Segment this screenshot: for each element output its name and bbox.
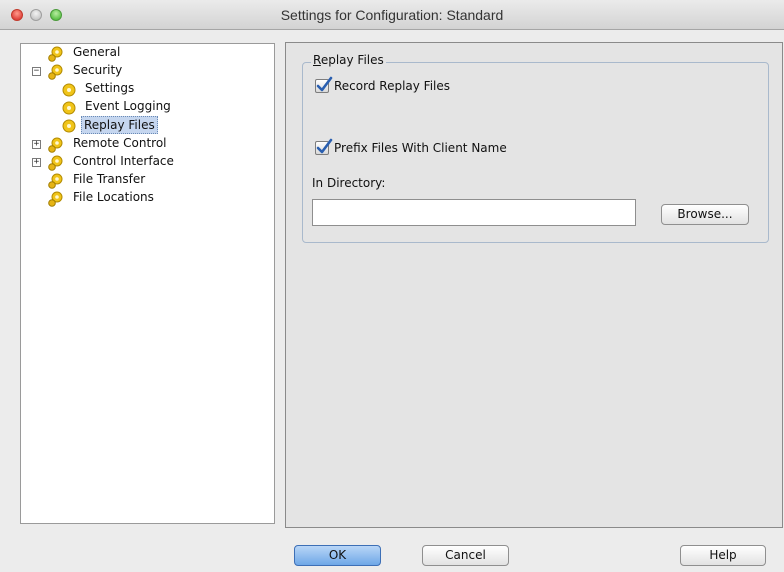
gear-icon bbox=[47, 136, 65, 154]
gear-icon bbox=[47, 172, 65, 190]
gear-icon bbox=[60, 81, 78, 99]
gear-icon bbox=[47, 63, 65, 81]
tree-item-label: Remote Control bbox=[73, 136, 167, 150]
directory-input[interactable] bbox=[312, 199, 636, 226]
gear-icon bbox=[47, 154, 65, 172]
group-title: Replay Files bbox=[311, 53, 386, 67]
group-title-rest: eplay Files bbox=[320, 53, 384, 67]
prefix-files-checkbox[interactable] bbox=[315, 138, 333, 155]
checkmark-icon bbox=[316, 138, 333, 154]
in-directory-label: In Directory: bbox=[312, 176, 386, 190]
title-bar: Settings for Configuration: Standard bbox=[0, 0, 784, 30]
tree-item-label: Replay Files bbox=[81, 116, 158, 134]
browse-button[interactable]: Browse... bbox=[661, 204, 749, 225]
cancel-button[interactable]: Cancel bbox=[422, 545, 509, 566]
gear-icon bbox=[60, 99, 78, 117]
expand-control-interface-button[interactable]: + bbox=[32, 158, 41, 167]
tree-item-label: File Locations bbox=[73, 190, 154, 204]
gear-icon bbox=[47, 190, 65, 208]
ok-button[interactable]: OK bbox=[294, 545, 381, 566]
gear-icon bbox=[47, 45, 65, 63]
collapse-security-button[interactable]: − bbox=[32, 67, 41, 76]
record-replay-files-label[interactable]: Record Replay Files bbox=[334, 79, 450, 93]
tree-item-label: Event Logging bbox=[85, 99, 171, 113]
tree-item-label: File Transfer bbox=[73, 172, 146, 186]
group-title-mnemonic: R bbox=[313, 53, 321, 67]
prefix-files-label[interactable]: Prefix Files With Client Name bbox=[334, 141, 507, 155]
window-title: Settings for Configuration: Standard bbox=[280, 7, 504, 23]
tree-item-label: Control Interface bbox=[73, 154, 174, 168]
checkmark-icon bbox=[316, 76, 333, 92]
tree-item-label: Settings bbox=[85, 81, 135, 95]
tree-item-label: General bbox=[73, 45, 121, 59]
settings-tree[interactable]: General − Security Settings Event Loggin… bbox=[20, 43, 275, 524]
gear-icon bbox=[60, 117, 78, 135]
help-button[interactable]: Help bbox=[680, 545, 766, 566]
record-replay-files-checkbox[interactable] bbox=[315, 76, 333, 93]
tree-item-label: Security bbox=[73, 63, 123, 77]
expand-remote-control-button[interactable]: + bbox=[32, 140, 41, 149]
